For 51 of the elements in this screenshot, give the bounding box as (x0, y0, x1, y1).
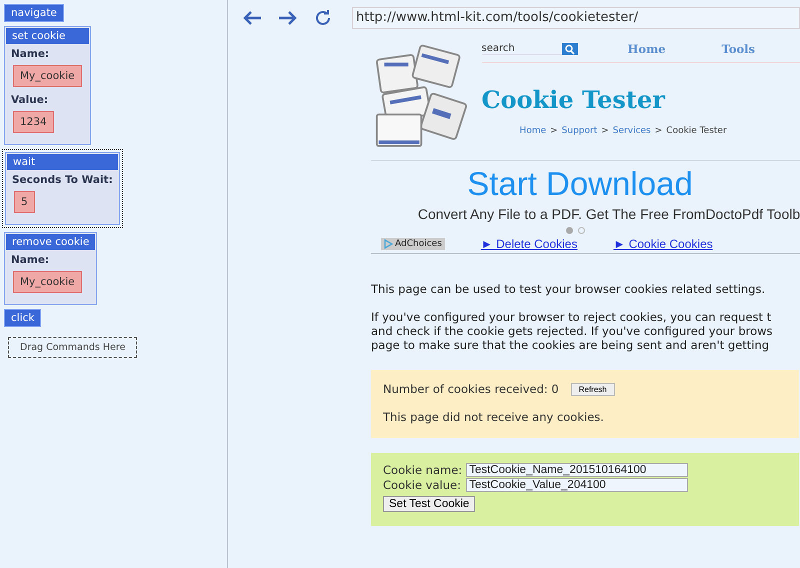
breadcrumb-link[interactable]: Support (562, 126, 598, 136)
breadcrumb-separator: > (654, 126, 662, 136)
breadcrumb-current: Cookie Tester (666, 126, 727, 136)
value-field[interactable]: My_cookie (13, 271, 82, 293)
command-block[interactable]: set cookie Name: My_cookie Value: 1234 (4, 26, 91, 145)
search-field[interactable]: search (482, 43, 562, 55)
refresh-icon[interactable] (314, 9, 332, 27)
refresh-button[interactable]: Refresh (570, 382, 615, 396)
carousel-dot[interactable] (566, 227, 572, 234)
paragraph-line: page to make sure that the cookies are being sent and aren't getting (371, 338, 770, 352)
adchoices-badge[interactable]: AdChoices (381, 238, 445, 250)
text-field[interactable]: TestCookie_Value_204100 (466, 478, 688, 492)
command-title: wait (7, 154, 118, 170)
field-label: Name: (11, 254, 50, 266)
text-field[interactable]: TestCookie_Name_201510164100 (466, 463, 688, 477)
paragraph-line: If you've configured your browser to reject cookies, you can request t (371, 310, 772, 324)
command-block[interactable]: navigate (4, 4, 64, 22)
value-field[interactable]: 1234 (13, 111, 54, 133)
cookie-count: Number of cookies received: 0 (383, 382, 559, 396)
command-title: set cookie (6, 28, 89, 44)
ad-link[interactable]: ► Cookie Cookies (613, 237, 713, 251)
forward-icon[interactable] (278, 10, 298, 26)
status-message: This page did not receive any cookies. (383, 410, 605, 424)
field-label: Name: (11, 48, 50, 60)
set-cookie-button[interactable]: Set Test Cookie (383, 496, 476, 512)
breadcrumb-separator: > (601, 126, 609, 136)
breadcrumb-link[interactable]: Services (612, 126, 651, 136)
breadcrumb-separator: > (550, 126, 558, 136)
drop-zone[interactable]: Drag Commands Here (8, 337, 138, 358)
command-block[interactable]: click (4, 309, 42, 327)
paragraph-line: and check if the cookie gets rejected. If you've configured your brows (371, 324, 774, 338)
adchoices-label: AdChoices (395, 239, 442, 249)
command-block[interactable]: wait Seconds To Wait: 5 (5, 152, 120, 225)
command-block[interactable]: remove cookie Name: My_cookie (4, 232, 98, 305)
value-field[interactable]: 5 (14, 191, 35, 213)
ad-link[interactable]: ► Delete Cookies (480, 237, 578, 251)
carousel-dot[interactable] (578, 227, 584, 234)
address-field[interactable]: http://www.html-kit.com/tools/cookietester/ (352, 7, 800, 29)
field-label: Cookie name: (383, 463, 462, 477)
play-icon (384, 239, 393, 249)
command-title: remove cookie (6, 234, 96, 250)
field-label: Value: (11, 94, 50, 106)
search-icon[interactable] (562, 43, 578, 55)
breadcrumb-link[interactable]: Home (520, 126, 546, 136)
intro-text: This page can be used to test your browser cookies related settings. (371, 282, 766, 296)
ad-text: Convert Any File to a PDF. Get The Free FromDoctoPdf Toolb (418, 206, 800, 222)
field-label: Cookie value: (383, 478, 462, 492)
value-field[interactable]: My_cookie (13, 65, 82, 87)
field-label: Seconds To Wait: (12, 174, 113, 186)
page-title: Cookie Tester (482, 85, 666, 114)
back-icon[interactable] (242, 10, 262, 26)
